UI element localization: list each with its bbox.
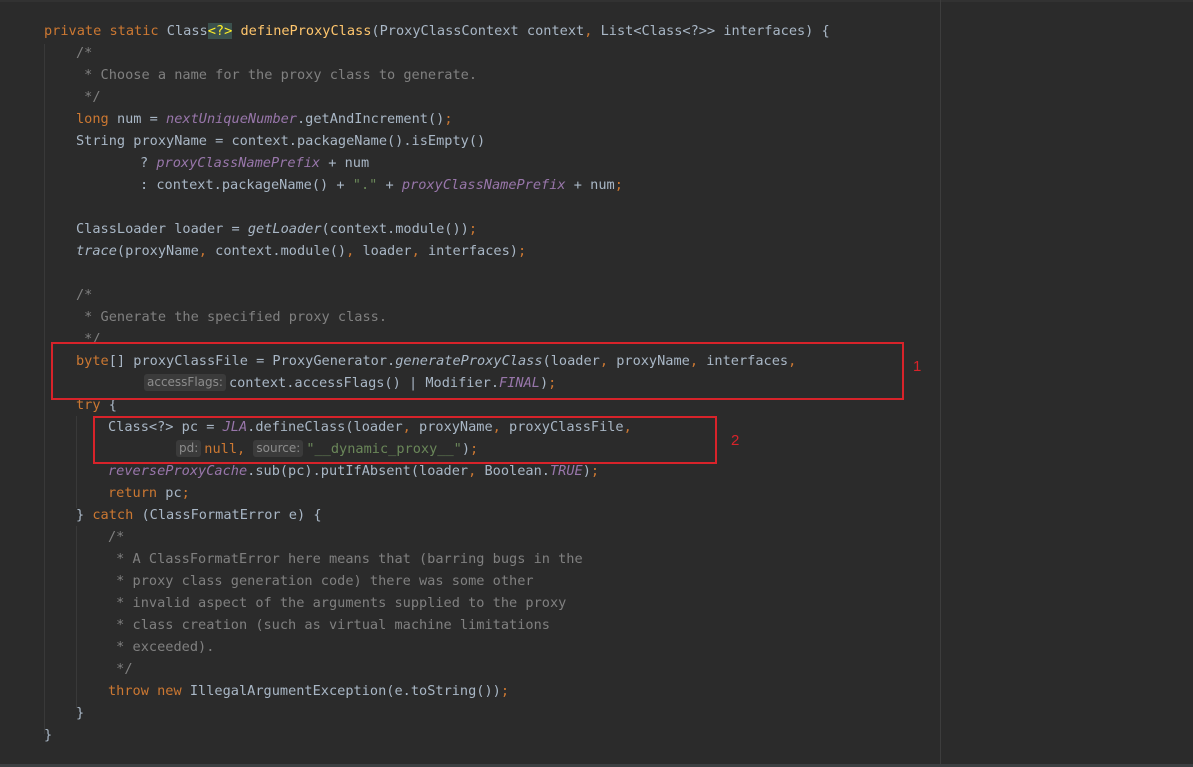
code-line-throw[interactable]: throw new IllegalArgumentException(e.toS… (108, 680, 509, 702)
code-token: (context.module()) (321, 221, 469, 237)
code-line-method-signature[interactable]: private static Class<?> defineProxyClass… (44, 20, 830, 42)
semicolon-token: ; (590, 463, 600, 479)
code-token: pc (157, 485, 182, 501)
comment-token: /* (76, 287, 93, 303)
code-line-num[interactable]: long num = nextUniqueNumber.getAndIncrem… (76, 108, 453, 130)
code-line-return[interactable]: return pc; (108, 482, 190, 504)
brace-token: } (76, 705, 85, 721)
code-line-comment[interactable]: * exceeded). (108, 636, 214, 658)
comment-token: * Generate the specified proxy class. (76, 309, 387, 325)
editor-top-border (0, 0, 1193, 2)
comment-token: * A ClassFormatError here means that (ba… (108, 551, 583, 567)
code-line-comment[interactable]: */ (108, 658, 133, 680)
params-token: List<Class<?>> interfaces) { (600, 23, 830, 39)
type-token: Class (166, 23, 208, 39)
code-line-comment[interactable]: * Choose a name for the proxy class to g… (76, 64, 477, 86)
code-token: + num (565, 177, 615, 193)
code-line-trace[interactable]: trace(proxyName, context.module(), loade… (76, 240, 526, 262)
annotation-box-1 (51, 342, 904, 400)
method-name-token: defineProxyClass (240, 23, 372, 39)
code-line-comment[interactable]: * Generate the specified proxy class. (76, 306, 387, 328)
static-field-token: TRUE (549, 463, 583, 479)
code-line-loader[interactable]: ClassLoader loader = getLoader(context.m… (76, 218, 477, 240)
keyword-token: throw (108, 683, 149, 699)
code-token: context.module() (206, 243, 347, 259)
semicolon-token: ; (500, 683, 510, 699)
params-token: (ProxyClassContext context (371, 23, 585, 39)
code-line-catch[interactable]: } catch (ClassFormatError e) { (76, 504, 322, 526)
code-token: .getAndIncrement() (297, 111, 445, 127)
comment-token: * proxy class generation code) there was… (108, 573, 534, 589)
code-token: Boolean. (476, 463, 550, 479)
code-line-ternary-false[interactable]: : context.packageName() + "." + proxyCla… (140, 174, 623, 196)
code-token: : context.packageName() + (140, 177, 353, 193)
annotation-label-2: 2 (731, 432, 740, 449)
code-token: + num (320, 155, 370, 171)
code-token: num = (116, 111, 167, 127)
code-token: ClassLoader loader = (76, 221, 248, 237)
static-method-token: getLoader (247, 221, 322, 237)
keyword-token: new (157, 683, 182, 699)
code-token: (ClassFormatError e) { (133, 507, 322, 523)
comment-token: /* (108, 529, 125, 545)
code-line-close-brace[interactable]: } (44, 724, 52, 746)
semicolon-token: ; (181, 485, 190, 501)
code-line-comment[interactable]: /* (76, 284, 92, 306)
keyword-token: return (108, 485, 158, 501)
semicolon-token: ; (614, 177, 623, 193)
static-field-token: nextUniqueNumber (166, 111, 297, 127)
code-line-comment[interactable]: /* (76, 42, 92, 64)
code-line-comment[interactable]: * A ClassFormatError here means that (ba… (108, 548, 583, 570)
static-method-token: trace (76, 243, 117, 259)
keyword-token: static (109, 23, 159, 39)
static-field-token: proxyClassNamePrefix (401, 177, 566, 193)
code-line-comment[interactable]: * class creation (such as virtual machin… (108, 614, 550, 636)
code-editor[interactable]: private static Class<?> defineProxyClass… (0, 0, 1193, 767)
annotation-label-1: 1 (913, 358, 922, 375)
code-line-comment[interactable]: */ (76, 86, 101, 108)
comment-token: */ (76, 89, 101, 105)
keyword-token: long (76, 111, 109, 127)
static-field-token: proxyClassNamePrefix (156, 155, 321, 171)
comment-token: /* (76, 45, 93, 61)
code-token: interfaces) (419, 243, 518, 259)
comment-token: * Choose a name for the proxy class to g… (76, 67, 478, 83)
string-token: "." (352, 177, 378, 193)
indent-guide (76, 416, 77, 508)
indent-guide (76, 526, 77, 708)
semicolon-token: ; (444, 111, 453, 127)
code-line-close-brace[interactable]: } (76, 702, 84, 724)
comma-token: , (584, 23, 593, 39)
comment-token: * exceeded). (108, 639, 215, 655)
code-token: ) (582, 463, 591, 479)
code-token: IllegalArgumentException(e.toString()) (181, 683, 501, 699)
code-line-comment[interactable]: /* (108, 526, 124, 548)
code-line-comment[interactable]: * invalid aspect of the arguments suppli… (108, 592, 566, 614)
brace-token: } (44, 727, 53, 743)
code-token: loader (354, 243, 412, 259)
code-line-ternary-true[interactable]: ? proxyClassNamePrefix + num (140, 152, 369, 174)
semicolon-token: ; (517, 243, 527, 259)
code-token: (proxyName (116, 243, 199, 259)
comment-token: */ (108, 661, 133, 677)
comma-token: , (198, 243, 207, 259)
code-token: + (377, 177, 402, 193)
comma-token: , (411, 243, 420, 259)
code-token: ? (140, 155, 157, 171)
code-token: } (76, 507, 93, 523)
code-line-proxyname[interactable]: String proxyName = context.packageName()… (76, 130, 485, 152)
keyword-token: private (44, 23, 102, 39)
static-field-token: reverseProxyCache (108, 463, 248, 479)
generic-wildcard-token: <?> (207, 23, 233, 39)
comment-token: * invalid aspect of the arguments suppli… (108, 595, 567, 611)
annotation-box-2 (93, 416, 717, 464)
indent-guide (44, 44, 45, 734)
comment-token: * class creation (such as virtual machin… (108, 617, 550, 633)
keyword-token: catch (92, 507, 134, 523)
code-line-comment[interactable]: * proxy class generation code) there was… (108, 570, 534, 592)
semicolon-token: ; (468, 221, 478, 237)
right-margin-guide (940, 0, 941, 767)
code-token: String proxyName = context.packageName()… (76, 133, 486, 149)
code-token: .sub(pc).putIfAbsent(loader (247, 463, 469, 479)
